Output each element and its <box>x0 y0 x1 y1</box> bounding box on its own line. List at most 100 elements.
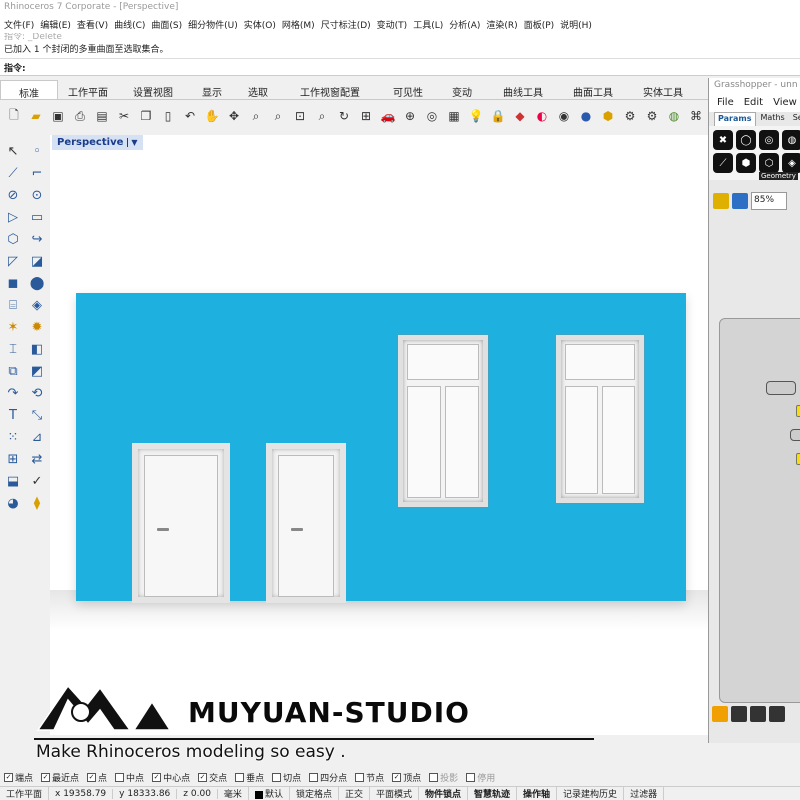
tab-visibility[interactable]: 可见性 <box>380 80 436 99</box>
menu-curve[interactable]: 曲线(C) <box>114 18 145 31</box>
zoom-icon[interactable]: ⌕ <box>246 106 266 126</box>
menu-solid[interactable]: 实体(O) <box>244 18 276 31</box>
select-arrow-icon[interactable]: ↖ <box>2 140 24 162</box>
polygon-icon[interactable]: ⬡ <box>2 228 24 250</box>
gh-mesh-icon[interactable]: ⬢ <box>736 153 756 173</box>
window-left[interactable] <box>398 335 488 507</box>
gh-node[interactable] <box>766 381 796 395</box>
color-wheel-icon[interactable]: ◐ <box>532 106 552 126</box>
car-icon[interactable]: 🚗 <box>378 106 398 126</box>
osnap-option[interactable]: ✓ 交点 <box>198 771 227 784</box>
circle-icon[interactable]: ⊘ <box>2 184 24 206</box>
osnap-checkbox[interactable]: ✓ <box>4 772 13 782</box>
cylinder-icon[interactable]: ⌸ <box>2 294 24 316</box>
grid-array-icon[interactable]: ⊞ <box>2 448 24 470</box>
rectangle-icon[interactable]: ▭ <box>26 206 48 228</box>
menu-tools[interactable]: 工具(L) <box>413 18 443 31</box>
render-preview-icon[interactable]: ◕ <box>2 492 24 514</box>
gh-line-icon[interactable]: ⟋ <box>713 153 733 173</box>
gh-menu-edit[interactable]: Edit <box>744 97 763 109</box>
python-icon[interactable]: ⌘ <box>686 106 706 126</box>
edit-layer-icon[interactable]: ◆ <box>510 106 530 126</box>
status-gumball[interactable]: 操作轴 <box>517 787 558 800</box>
osnap-option[interactable]: 节点 <box>355 771 384 784</box>
box-solid-icon[interactable]: ◼ <box>2 272 24 294</box>
status-osnap[interactable]: 物件锁点 <box>419 787 469 800</box>
open-folder-icon[interactable]: ▰ <box>26 106 46 126</box>
gh-save-icon[interactable] <box>732 193 748 209</box>
split-icon[interactable]: ◧ <box>26 338 48 360</box>
tab-curve-tools[interactable]: 曲线工具 <box>488 80 558 99</box>
menu-surface[interactable]: 曲面(S) <box>151 18 182 31</box>
save-icon[interactable]: ▣ <box>48 106 68 126</box>
door-right[interactable] <box>266 443 346 603</box>
gh-open-icon[interactable] <box>713 193 729 209</box>
menu-help[interactable]: 说明(H) <box>560 18 592 31</box>
polyline-icon[interactable]: ⟋ <box>2 162 24 184</box>
tab-standard[interactable]: 标准 <box>0 80 58 100</box>
gh-canvas[interactable] <box>719 318 800 703</box>
arc-icon[interactable]: ▷ <box>2 206 24 228</box>
zoom-window-icon[interactable]: ⌕ <box>268 106 288 126</box>
gh-preview-wire-icon[interactable] <box>750 706 766 722</box>
tab-viewport-layout[interactable]: 工作视窗配置 <box>280 80 380 99</box>
menu-transform[interactable]: 变动(T) <box>377 18 408 31</box>
gh-bake-icon[interactable] <box>769 706 785 722</box>
gh-field-icon[interactable]: ◍ <box>782 130 800 150</box>
menu-file[interactable]: 文件(F) <box>4 18 34 31</box>
point-icon[interactable]: ◦ <box>26 140 48 162</box>
gh-menu-file[interactable]: File <box>717 97 734 109</box>
gh-tab-sets[interactable]: Se <box>790 112 800 126</box>
osnap-option[interactable]: 四分点 <box>309 771 347 784</box>
gh-panel-node[interactable] <box>796 453 800 465</box>
material-icon[interactable]: ◉ <box>554 106 574 126</box>
status-grid-snap[interactable]: 锁定格点 <box>290 787 339 800</box>
mesh-icon[interactable]: ◈ <box>26 294 48 316</box>
tab-surface-tools[interactable]: 曲面工具 <box>558 80 628 99</box>
menu-subd[interactable]: 细分物件(U) <box>188 18 238 31</box>
gh-panel-node[interactable] <box>796 405 800 417</box>
paste-icon[interactable]: ▯ <box>158 106 178 126</box>
status-filter[interactable]: 过滤器 <box>624 787 665 800</box>
render-sphere-icon[interactable]: ● <box>576 106 596 126</box>
osnap-checkbox[interactable]: ✓ <box>198 772 208 782</box>
status-history[interactable]: 记录建构历史 <box>557 787 625 800</box>
osnap-checkbox[interactable] <box>272 772 282 782</box>
array-icon[interactable]: ⁙ <box>2 426 24 448</box>
tab-display[interactable]: 显示 <box>188 80 236 99</box>
gh-tab-maths[interactable]: Maths <box>758 112 788 126</box>
gumball-icon[interactable]: ◎ <box>422 106 442 126</box>
material-paint-icon[interactable]: ⧫ <box>26 492 48 514</box>
properties-icon[interactable]: ▤ <box>92 106 112 126</box>
boolean-icon[interactable]: ✶ <box>2 316 24 338</box>
curve-icon[interactable]: ⌐ <box>26 162 48 184</box>
sphere-solid-icon[interactable]: ⬤ <box>26 272 48 294</box>
group-icon[interactable]: ◩ <box>26 360 48 382</box>
osnap-option[interactable]: ✓ 顶点 <box>392 771 421 784</box>
status-planar[interactable]: 平面模式 <box>370 787 419 800</box>
gh-point-icon[interactable]: ◈ <box>782 153 800 173</box>
osnap-option[interactable]: 垂点 <box>235 771 264 784</box>
menu-analyze[interactable]: 分析(A) <box>449 18 480 31</box>
osnap-checkbox[interactable]: ✓ <box>41 772 51 782</box>
status-cplane[interactable]: 工作平面 <box>0 787 50 800</box>
options-icon[interactable]: ⚙ <box>642 106 662 126</box>
menu-panels[interactable]: 面板(P) <box>524 18 554 31</box>
gh-tab-params[interactable]: Params <box>714 112 756 126</box>
layer-icon[interactable]: ▦ <box>444 106 464 126</box>
lock-icon[interactable]: 🔒 <box>488 106 508 126</box>
gh-sketch-icon[interactable] <box>712 706 728 722</box>
osnap-checkbox[interactable]: ✓ <box>87 772 97 782</box>
offset-curve-icon[interactable]: ◪ <box>26 250 48 272</box>
osnap-option[interactable]: ✓ 最近点 <box>41 771 79 784</box>
osnap-option[interactable]: 停用 <box>466 771 495 784</box>
menu-view[interactable]: 查看(V) <box>77 18 108 31</box>
viewport-tab[interactable]: Perspective ▼ <box>52 135 143 150</box>
gh-cross-icon[interactable]: ✖ <box>713 130 733 150</box>
cut-icon[interactable]: ✂ <box>114 106 134 126</box>
undo-icon[interactable]: ↶ <box>180 106 200 126</box>
osnap-checkbox[interactable]: ✓ <box>152 772 162 782</box>
gh-menu-view[interactable]: View <box>773 97 797 109</box>
light-bulb-icon[interactable]: 💡 <box>466 106 486 126</box>
tab-set-view[interactable]: 设置视图 <box>118 80 188 99</box>
